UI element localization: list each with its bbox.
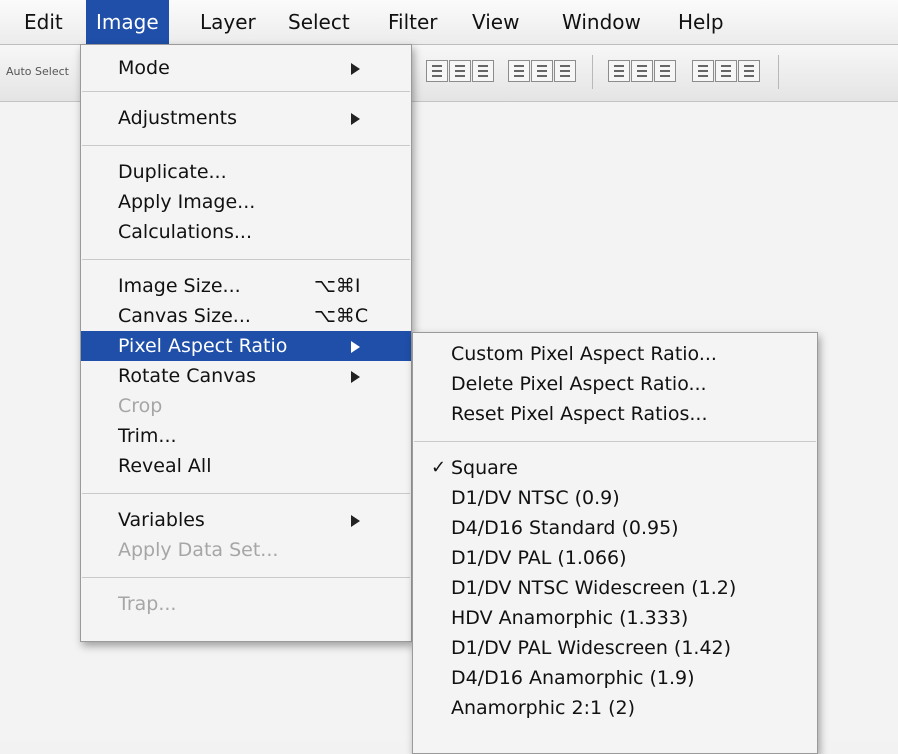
image-menu: Mode Adjustments Duplicate... Apply Imag…: [80, 44, 412, 642]
menu-separator: [82, 91, 410, 92]
menu-item-trim[interactable]: Trim...: [81, 421, 411, 451]
menu-item-label: Calculations...: [118, 221, 253, 243]
submenu-arrow-icon: [351, 63, 360, 75]
submenu-arrow-icon: [351, 371, 360, 383]
align-top-icon[interactable]: [426, 60, 448, 82]
submenu-item-label: D1/DV NTSC (0.9): [451, 487, 620, 509]
align-right-icon[interactable]: [554, 60, 576, 82]
toolbar-divider: [778, 55, 779, 89]
menu-item-label: Duplicate...: [118, 161, 227, 183]
submenu-arrow-icon: [351, 341, 360, 353]
menu-item-label: Trim...: [118, 425, 177, 447]
submenu-arrow-icon: [351, 113, 360, 125]
submenu-item-d1-dv-pal[interactable]: D1/DV PAL (1.066): [413, 543, 817, 573]
menu-item-duplicate[interactable]: Duplicate...: [81, 157, 411, 187]
align-horizontal-center-icon[interactable]: [531, 60, 553, 82]
submenu-item-d1-dv-ntsc-widescreen[interactable]: D1/DV NTSC Widescreen (1.2): [413, 573, 817, 603]
distribute-right-icon[interactable]: [738, 60, 760, 82]
menu-item-label: Pixel Aspect Ratio: [118, 335, 288, 357]
menu-item-variables[interactable]: Variables: [81, 505, 411, 535]
submenu-item-anamorphic-2-1[interactable]: Anamorphic 2:1 (2): [413, 693, 817, 723]
pixel-aspect-ratio-submenu: Custom Pixel Aspect Ratio... Delete Pixe…: [412, 332, 818, 754]
shortcut-label: ⌥⌘I: [314, 275, 361, 297]
menu-separator: [82, 493, 410, 494]
shortcut-label: ⌥⌘C: [314, 305, 369, 327]
submenu-item-reset-pixel-aspect-ratios[interactable]: Reset Pixel Aspect Ratios...: [413, 399, 817, 429]
submenu-item-label: D1/DV NTSC Widescreen (1.2): [451, 577, 737, 599]
menu-item-mode[interactable]: Mode: [81, 53, 411, 83]
submenu-item-label: Custom Pixel Aspect Ratio...: [451, 343, 717, 365]
submenu-item-label: D4/D16 Anamorphic (1.9): [451, 667, 695, 689]
checkmark-icon: ✓: [431, 457, 447, 478]
submenu-item-d4-d16-standard[interactable]: D4/D16 Standard (0.95): [413, 513, 817, 543]
menu-item-label: Rotate Canvas: [118, 365, 256, 387]
align-bottom-icon[interactable]: [472, 60, 494, 82]
menu-item-label: Variables: [118, 509, 205, 531]
menu-item-image-size[interactable]: Image Size... ⌥⌘I: [81, 271, 411, 301]
submenu-item-delete-pixel-aspect-ratio[interactable]: Delete Pixel Aspect Ratio...: [413, 369, 817, 399]
menu-item-label: Reveal All: [118, 455, 212, 477]
menu-item-adjustments[interactable]: Adjustments: [81, 103, 411, 133]
distribute-horizontal-center-icon[interactable]: [715, 60, 737, 82]
submenu-item-square[interactable]: ✓ Square: [413, 453, 817, 483]
submenu-arrow-icon: [351, 515, 360, 527]
submenu-item-label: Anamorphic 2:1 (2): [451, 697, 636, 719]
submenu-item-label: Square: [451, 457, 518, 479]
distribute-top-icon[interactable]: [608, 60, 630, 82]
menu-item-apply-data-set: Apply Data Set...: [81, 535, 411, 565]
menu-item-label: Mode: [118, 57, 170, 79]
align-left-icon[interactable]: [508, 60, 530, 82]
menu-layer[interactable]: Layer: [190, 0, 266, 44]
submenu-item-label: Delete Pixel Aspect Ratio...: [451, 373, 707, 395]
menu-separator: [82, 259, 410, 260]
menu-item-label: Apply Image...: [118, 191, 256, 213]
menu-item-calculations[interactable]: Calculations...: [81, 217, 411, 247]
submenu-item-custom-pixel-aspect-ratio[interactable]: Custom Pixel Aspect Ratio...: [413, 339, 817, 369]
menu-view[interactable]: View: [462, 0, 529, 44]
menu-item-label: Image Size...: [118, 275, 241, 297]
menu-select[interactable]: Select: [278, 0, 360, 44]
menu-separator: [414, 441, 816, 442]
menu-item-trap: Trap...: [81, 589, 411, 619]
submenu-item-label: Reset Pixel Aspect Ratios...: [451, 403, 708, 425]
menu-item-pixel-aspect-ratio[interactable]: Pixel Aspect Ratio: [81, 331, 411, 361]
auto-select-label[interactable]: Auto Select: [6, 65, 69, 78]
menu-bar: Edit Image Layer Select Filter View Wind…: [0, 0, 898, 45]
menu-item-canvas-size[interactable]: Canvas Size... ⌥⌘C: [81, 301, 411, 331]
submenu-item-d1-dv-ntsc[interactable]: D1/DV NTSC (0.9): [413, 483, 817, 513]
menu-item-label: Adjustments: [118, 107, 237, 129]
submenu-item-hdv-anamorphic[interactable]: HDV Anamorphic (1.333): [413, 603, 817, 633]
submenu-item-label: D1/DV PAL (1.066): [451, 547, 627, 569]
menu-help[interactable]: Help: [668, 0, 734, 44]
submenu-item-label: D4/D16 Standard (0.95): [451, 517, 679, 539]
submenu-item-label: HDV Anamorphic (1.333): [451, 607, 689, 629]
menu-item-label: Crop: [118, 395, 163, 417]
menu-edit[interactable]: Edit: [14, 0, 73, 44]
menu-item-label: Apply Data Set...: [118, 539, 279, 561]
menu-item-reveal-all[interactable]: Reveal All: [81, 451, 411, 481]
menu-window[interactable]: Window: [552, 0, 651, 44]
menu-item-crop: Crop: [81, 391, 411, 421]
menu-separator: [82, 145, 410, 146]
menu-separator: [82, 577, 410, 578]
menu-image[interactable]: Image: [86, 0, 169, 44]
distribute-bottom-icon[interactable]: [654, 60, 676, 82]
toolbar-divider: [592, 55, 593, 89]
menu-item-apply-image[interactable]: Apply Image...: [81, 187, 411, 217]
distribute-left-icon[interactable]: [692, 60, 714, 82]
align-vertical-center-icon[interactable]: [449, 60, 471, 82]
distribute-vertical-center-icon[interactable]: [631, 60, 653, 82]
menu-filter[interactable]: Filter: [378, 0, 448, 44]
menu-item-label: Trap...: [118, 593, 177, 615]
menu-item-label: Canvas Size...: [118, 305, 251, 327]
submenu-item-d1-dv-pal-widescreen[interactable]: D1/DV PAL Widescreen (1.42): [413, 633, 817, 663]
menu-item-rotate-canvas[interactable]: Rotate Canvas: [81, 361, 411, 391]
submenu-item-label: D1/DV PAL Widescreen (1.42): [451, 637, 732, 659]
submenu-item-d4-d16-anamorphic[interactable]: D4/D16 Anamorphic (1.9): [413, 663, 817, 693]
